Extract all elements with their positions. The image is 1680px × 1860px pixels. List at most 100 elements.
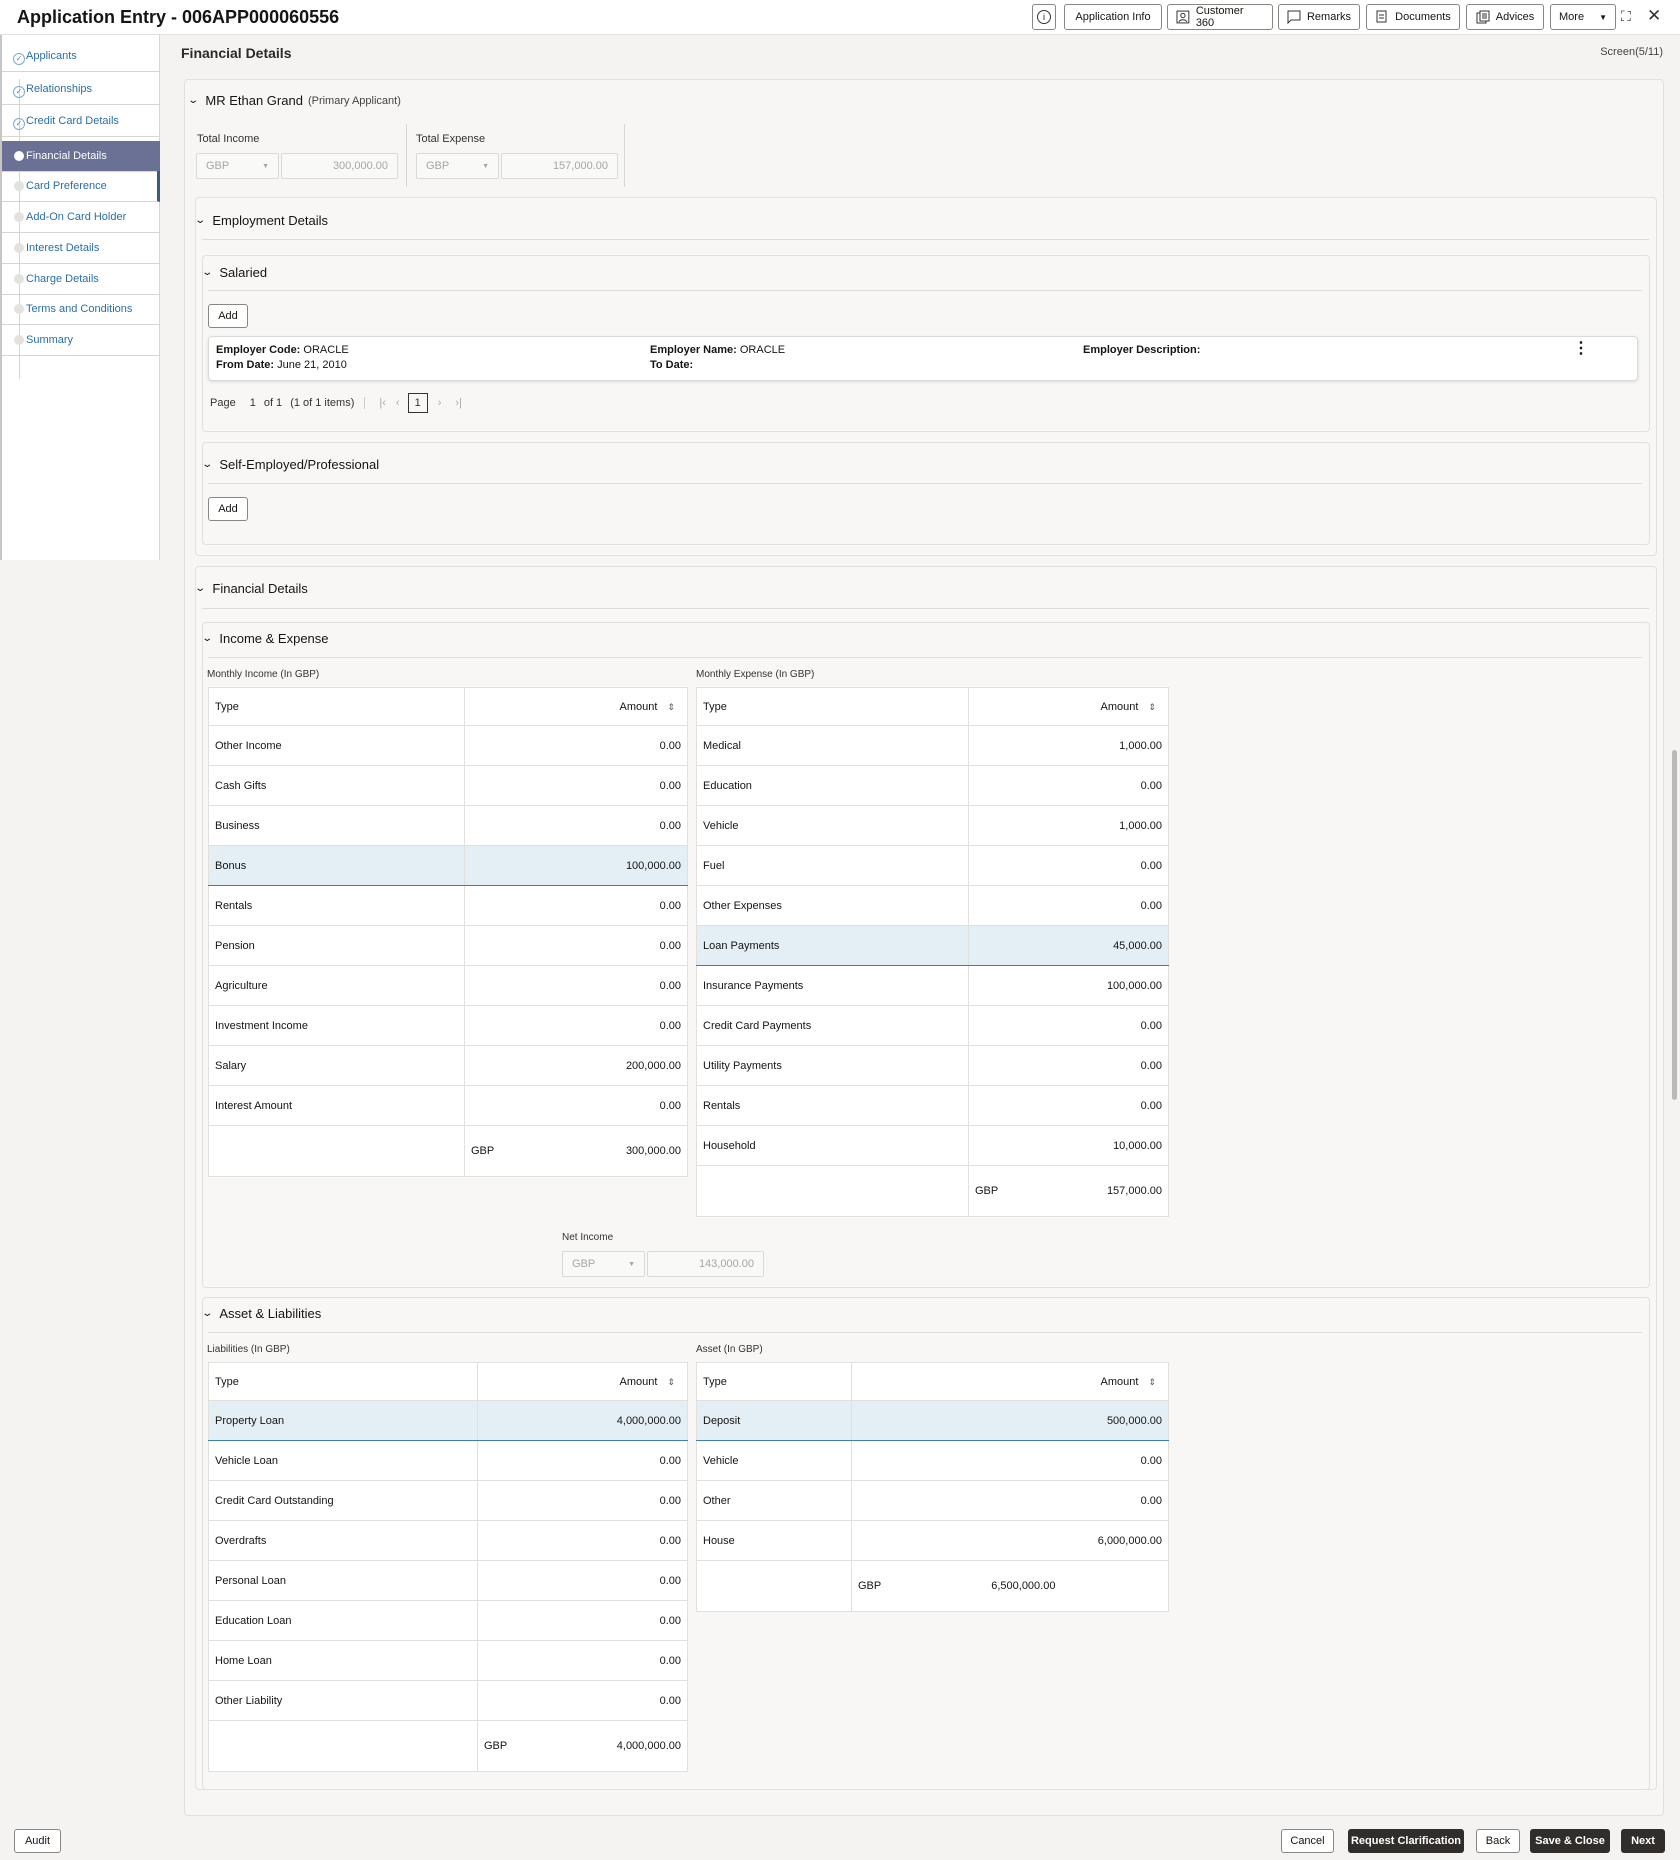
asset-liabilities-header[interactable]: ⌄ Asset & Liabilities [201,1306,321,1321]
sidebar-item-credit-card-details[interactable]: ✓ Credit Card Details [2,106,160,137]
total-expense-currency[interactable]: GBP ▼ [416,153,499,179]
last-page-icon[interactable]: ›| [455,397,462,409]
row-amount[interactable]: 0.00 [464,1085,688,1126]
table-row[interactable]: Rentals 0.00 [696,1085,1169,1126]
first-page-icon[interactable]: |‹ [379,397,386,409]
amount-column-header[interactable]: Amount ⇕ [851,1362,1169,1401]
row-amount[interactable]: 0.00 [477,1480,688,1521]
sidebar-item-relationships[interactable]: ✓ Relationships [2,74,160,105]
page-input[interactable]: 1 [250,397,256,409]
amount-column-header[interactable]: Amount ⇕ [968,687,1169,726]
table-row[interactable]: Vehicle 0.00 [696,1440,1169,1481]
table-row[interactable]: Other 0.00 [696,1480,1169,1521]
row-amount[interactable]: 4,000,000.00 [477,1400,688,1441]
financial-header[interactable]: ⌄ Financial Details [194,581,307,596]
back-button[interactable]: Back [1476,1829,1520,1853]
application-info-button[interactable]: Application Info [1064,4,1162,30]
table-row[interactable]: Credit Card Outstanding 0.00 [208,1480,688,1521]
table-row[interactable]: Personal Loan 0.00 [208,1560,688,1601]
table-row[interactable]: Loan Payments 45,000.00 [696,925,1169,966]
sidebar-item-charge-details[interactable]: Charge Details [2,264,160,295]
employer-record-card[interactable]: Employer Code: ORACLE From Date: June 21… [208,336,1638,381]
row-amount[interactable]: 0.00 [968,845,1169,886]
row-amount[interactable]: 0.00 [477,1600,688,1641]
amount-column-header[interactable]: Amount ⇕ [464,687,688,726]
row-amount[interactable]: 500,000.00 [851,1400,1169,1441]
row-amount[interactable]: 100,000.00 [464,845,688,886]
table-row[interactable]: Rentals 0.00 [208,885,688,926]
self-employed-add-button[interactable]: Add [208,497,248,521]
sort-icon[interactable]: ⇕ [667,1377,675,1387]
row-amount[interactable]: 0.00 [968,1045,1169,1086]
row-amount[interactable]: 0.00 [477,1560,688,1601]
documents-button[interactable]: Documents [1366,4,1460,30]
table-row[interactable]: Vehicle 1,000.00 [696,805,1169,846]
table-row[interactable]: Agriculture 0.00 [208,965,688,1006]
sidebar-item-financial-details[interactable]: Financial Details [2,141,160,172]
close-icon[interactable]: ✕ [1647,6,1661,26]
table-row[interactable]: Salary 200,000.00 [208,1045,688,1086]
table-row[interactable]: Utility Payments 0.00 [696,1045,1169,1086]
salaried-add-button[interactable]: Add [208,304,248,328]
row-amount[interactable]: 0.00 [968,1005,1169,1046]
table-row[interactable]: Property Loan 4,000,000.00 [208,1400,688,1441]
page-1-button[interactable]: 1 [407,393,428,413]
total-expense-input[interactable]: 157,000.00 [501,153,618,179]
collapse-icon[interactable]: ⛶ [1621,8,1631,25]
row-amount[interactable]: 0.00 [851,1440,1169,1481]
table-row[interactable]: Home Loan 0.00 [208,1640,688,1681]
net-income-input[interactable]: 143,000.00 [647,1251,764,1277]
table-row[interactable]: Medical 1,000.00 [696,725,1169,766]
table-row[interactable]: Other Income 0.00 [208,725,688,766]
table-row[interactable]: Fuel 0.00 [696,845,1169,886]
table-row[interactable]: Vehicle Loan 0.00 [208,1440,688,1481]
table-row[interactable]: Cash Gifts 0.00 [208,765,688,806]
row-amount[interactable]: 0.00 [477,1520,688,1561]
table-row[interactable]: Insurance Payments 100,000.00 [696,965,1169,1006]
cancel-button[interactable]: Cancel [1281,1829,1334,1853]
amount-column-header[interactable]: Amount ⇕ [477,1362,688,1401]
table-row[interactable]: Education 0.00 [696,765,1169,806]
income-expense-header[interactable]: ⌄ Income & Expense [201,631,328,646]
row-amount[interactable]: 0.00 [968,1085,1169,1126]
row-amount[interactable]: 0.00 [464,925,688,966]
info-button[interactable]: i [1032,4,1056,30]
row-amount[interactable]: 0.00 [464,1005,688,1046]
self-employed-header[interactable]: ⌄ Self-Employed/Professional [201,457,379,472]
next-page-icon[interactable]: › [438,397,442,409]
table-row[interactable]: Bonus 100,000.00 [208,845,688,886]
row-amount[interactable]: 0.00 [464,725,688,766]
applicant-header[interactable]: ⌄ MR Ethan Grand (Primary Applicant) [187,93,401,108]
table-row[interactable]: Overdrafts 0.00 [208,1520,688,1561]
table-row[interactable]: Credit Card Payments 0.00 [696,1005,1169,1046]
sidebar-item-interest-details[interactable]: Interest Details [2,233,160,264]
prev-page-icon[interactable]: ‹ [396,397,400,409]
table-row[interactable]: Investment Income 0.00 [208,1005,688,1046]
scrollbar-thumb[interactable] [1672,750,1677,1100]
row-amount[interactable]: 10,000.00 [968,1125,1169,1166]
employment-header[interactable]: ⌄ Employment Details [194,213,328,228]
row-amount[interactable]: 1,000.00 [968,805,1169,846]
row-amount[interactable]: 0.00 [968,885,1169,926]
row-amount[interactable]: 0.00 [477,1440,688,1481]
total-income-currency[interactable]: GBP ▼ [196,153,279,179]
salaried-header[interactable]: ⌄ Salaried [201,265,267,280]
row-amount[interactable]: 0.00 [851,1480,1169,1521]
table-row[interactable]: House 6,000,000.00 [696,1520,1169,1561]
row-amount[interactable]: 45,000.00 [968,925,1169,966]
save-close-button[interactable]: Save & Close [1530,1829,1610,1853]
sidebar-item-add-on-card-holder[interactable]: Add-On Card Holder [2,202,160,233]
row-amount[interactable]: 0.00 [477,1640,688,1681]
sort-icon[interactable]: ⇕ [1148,702,1156,712]
advices-button[interactable]: Advices [1466,4,1544,30]
sidebar-item-applicants[interactable]: ✓ Applicants [2,41,160,72]
sort-icon[interactable]: ⇕ [1148,1377,1156,1387]
table-row[interactable]: Other Liability 0.00 [208,1680,688,1721]
customer-360-button[interactable]: Customer 360 [1167,4,1273,30]
table-row[interactable]: Pension 0.00 [208,925,688,966]
table-row[interactable]: Deposit 500,000.00 [696,1400,1169,1441]
sidebar-item-card-preference[interactable]: Card Preference [2,171,160,202]
kebab-menu-icon[interactable]: ⋮ [1573,341,1589,357]
row-amount[interactable]: 0.00 [464,765,688,806]
row-amount[interactable]: 100,000.00 [968,965,1169,1006]
